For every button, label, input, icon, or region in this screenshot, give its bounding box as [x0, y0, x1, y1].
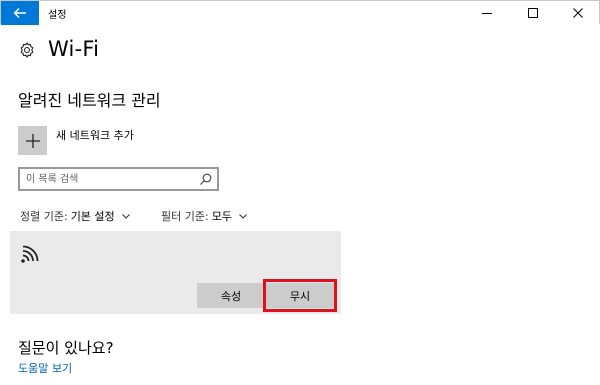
add-network-button[interactable]: [18, 126, 47, 155]
section-title: 알려진 네트워크 관리: [18, 91, 161, 110]
filter-label: 필터 기준:: [161, 210, 209, 223]
back-button[interactable]: [1, 1, 39, 25]
search-icon[interactable]: [199, 172, 213, 186]
properties-button[interactable]: 속성: [197, 283, 265, 308]
minimize-icon: [482, 13, 492, 14]
search-input[interactable]: [26, 171, 194, 187]
gear-icon: [20, 42, 34, 58]
sort-dropdown[interactable]: 정렬 기준: 기본 설정: [20, 208, 131, 224]
search-box[interactable]: [18, 167, 219, 191]
wifi-signal-icon: [21, 245, 39, 263]
add-network-label[interactable]: 새 네트워크 추가: [56, 127, 134, 143]
filter-value: 모두: [211, 210, 232, 223]
close-icon: [573, 8, 583, 18]
chevron-down-icon: [121, 214, 130, 219]
maximize-icon: [528, 8, 538, 18]
minimize-button[interactable]: [464, 1, 510, 25]
maximize-button[interactable]: [510, 1, 556, 25]
get-help-link[interactable]: 도움말 보기: [18, 360, 72, 376]
title-bar: 설정: [0, 0, 600, 25]
window-title: 설정: [48, 10, 67, 21]
forget-button[interactable]: 무시: [266, 283, 334, 308]
plus-icon: [25, 133, 40, 148]
help-title: 질문이 있나요?: [18, 339, 114, 357]
close-button[interactable]: [555, 1, 600, 25]
chevron-down-icon: [239, 214, 247, 219]
filter-dropdown[interactable]: 필터 기준: 모두: [161, 208, 248, 224]
page-title: Wi-Fi: [48, 37, 100, 61]
sort-label: 정렬 기준:: [20, 210, 68, 223]
known-network-item[interactable]: 속성 무시: [10, 231, 341, 314]
sort-value: 기본 설정: [70, 210, 115, 223]
back-arrow-icon: [13, 8, 26, 18]
